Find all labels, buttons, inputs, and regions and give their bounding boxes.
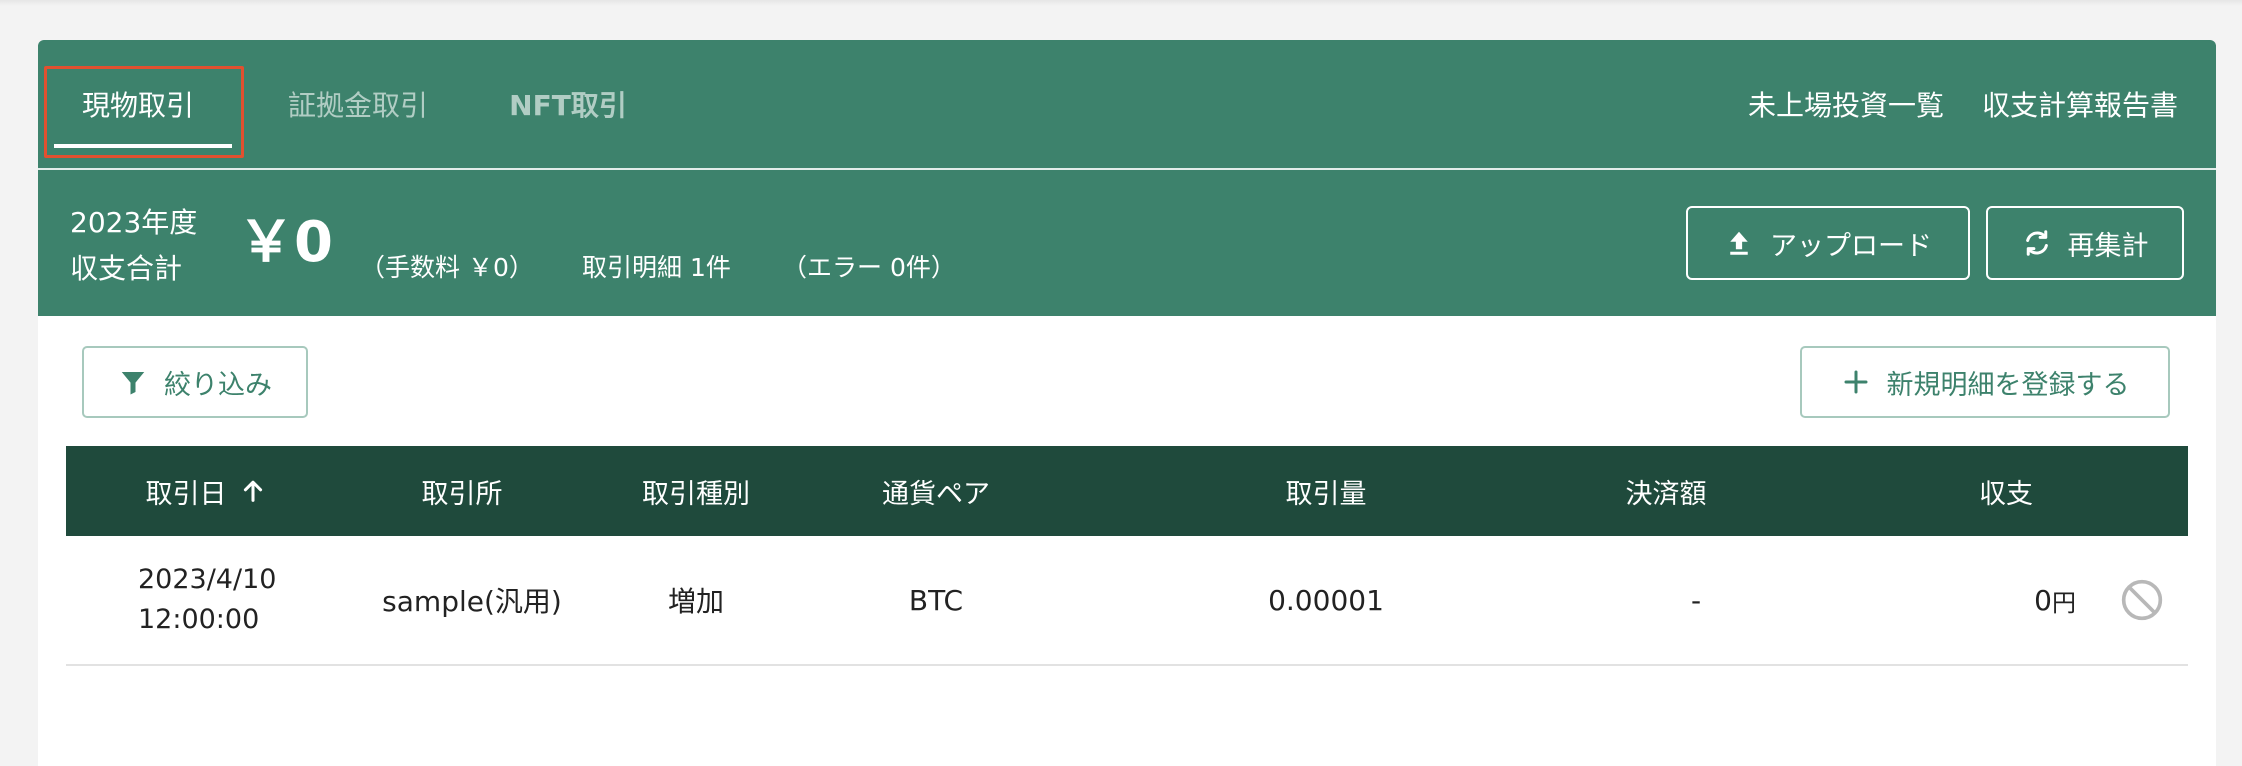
header-divider	[38, 168, 2216, 170]
fiscal-year: 2023年度	[70, 206, 198, 239]
cell-date: 2023/4/10 12:00:00	[138, 536, 338, 664]
new-entry-label: 新規明細を登録する	[1886, 369, 2130, 401]
prohibit-icon	[2121, 579, 2163, 621]
filter-button[interactable]: 絞り込み	[82, 346, 308, 418]
cell-date-day: 2023/4/10	[138, 564, 277, 595]
cell-quantity: 0.00001	[1268, 583, 1384, 617]
income-report-link[interactable]: 収支計算報告書	[1982, 40, 2178, 168]
table-row[interactable]: 2023/4/10 12:00:00 sample(汎用) 増加 BTC 0.0…	[66, 536, 2188, 666]
disable-row-button[interactable]	[2112, 536, 2172, 664]
unlisted-investments-link[interactable]: 未上場投資一覧	[1748, 40, 1944, 168]
column-header-profit[interactable]: 収支	[1936, 446, 2076, 536]
column-header-exchange[interactable]: 取引所	[392, 446, 532, 536]
cell-pair: BTC	[908, 583, 964, 617]
filter-label: 絞り込み	[164, 369, 272, 401]
plus-icon	[1844, 370, 1867, 394]
cell-type: 増加	[667, 585, 724, 618]
total-amount: ￥0	[238, 210, 333, 275]
transaction-count: 取引明細 1件	[582, 253, 731, 282]
arrow-up-icon	[243, 480, 262, 502]
new-entry-button[interactable]: 新規明細を登録する	[1800, 346, 2170, 418]
tab-nft-trading[interactable]: NFT取引	[468, 40, 668, 168]
tab-bar: 現物取引 証拠金取引 NFT取引 未上場投資一覧 収支計算報告書	[38, 40, 2216, 168]
tab-spot-trading[interactable]: 現物取引	[50, 40, 226, 168]
top-strip	[0, 0, 2242, 6]
tab-margin-trading[interactable]: 証拠金取引	[260, 40, 456, 168]
fee-summary: （手数料 ￥0）	[360, 253, 534, 282]
column-header-quantity[interactable]: 取引量	[1256, 446, 1396, 536]
column-header-type[interactable]: 取引種別	[616, 446, 776, 536]
column-label-date: 取引日	[145, 478, 227, 510]
refresh-icon	[2025, 230, 2048, 256]
main-panel: 現物取引 証拠金取引 NFT取引 未上場投資一覧 収支計算報告書 2023年度 …	[38, 40, 2216, 766]
upload-icon	[1730, 231, 1748, 255]
cell-exchange: sample(汎用)	[382, 585, 562, 618]
column-header-date[interactable]: 取引日	[116, 446, 296, 536]
error-count: （エラー 0件）	[782, 253, 956, 282]
header-bar: 現物取引 証拠金取引 NFT取引 未上場投資一覧 収支計算報告書 2023年度 …	[38, 40, 2216, 316]
cell-date-time: 12:00:00	[138, 604, 260, 635]
year-label: 2023年度 収支合計	[70, 200, 197, 292]
upload-button[interactable]: アップロード	[1686, 206, 1970, 280]
column-header-settlement[interactable]: 決済額	[1596, 446, 1736, 536]
upload-label: アップロード	[1770, 230, 1932, 262]
active-tab-indicator	[54, 144, 232, 148]
recalculate-button[interactable]: 再集計	[1986, 206, 2184, 280]
cell-profit-value: 0	[2034, 583, 2052, 617]
cell-profit-unit: 円	[2052, 588, 2076, 617]
cell-profit: 0 円	[1896, 536, 2076, 664]
funnel-icon	[121, 372, 145, 395]
total-label: 収支合計	[70, 252, 183, 285]
column-header-pair[interactable]: 通貨ペア	[856, 446, 1016, 536]
table-header: 取引日 取引所 取引種別 通貨ペア 取引量 決済額 収支	[66, 446, 2188, 536]
recalculate-label: 再集計	[2067, 230, 2149, 262]
cell-settlement: -	[1690, 583, 1702, 617]
